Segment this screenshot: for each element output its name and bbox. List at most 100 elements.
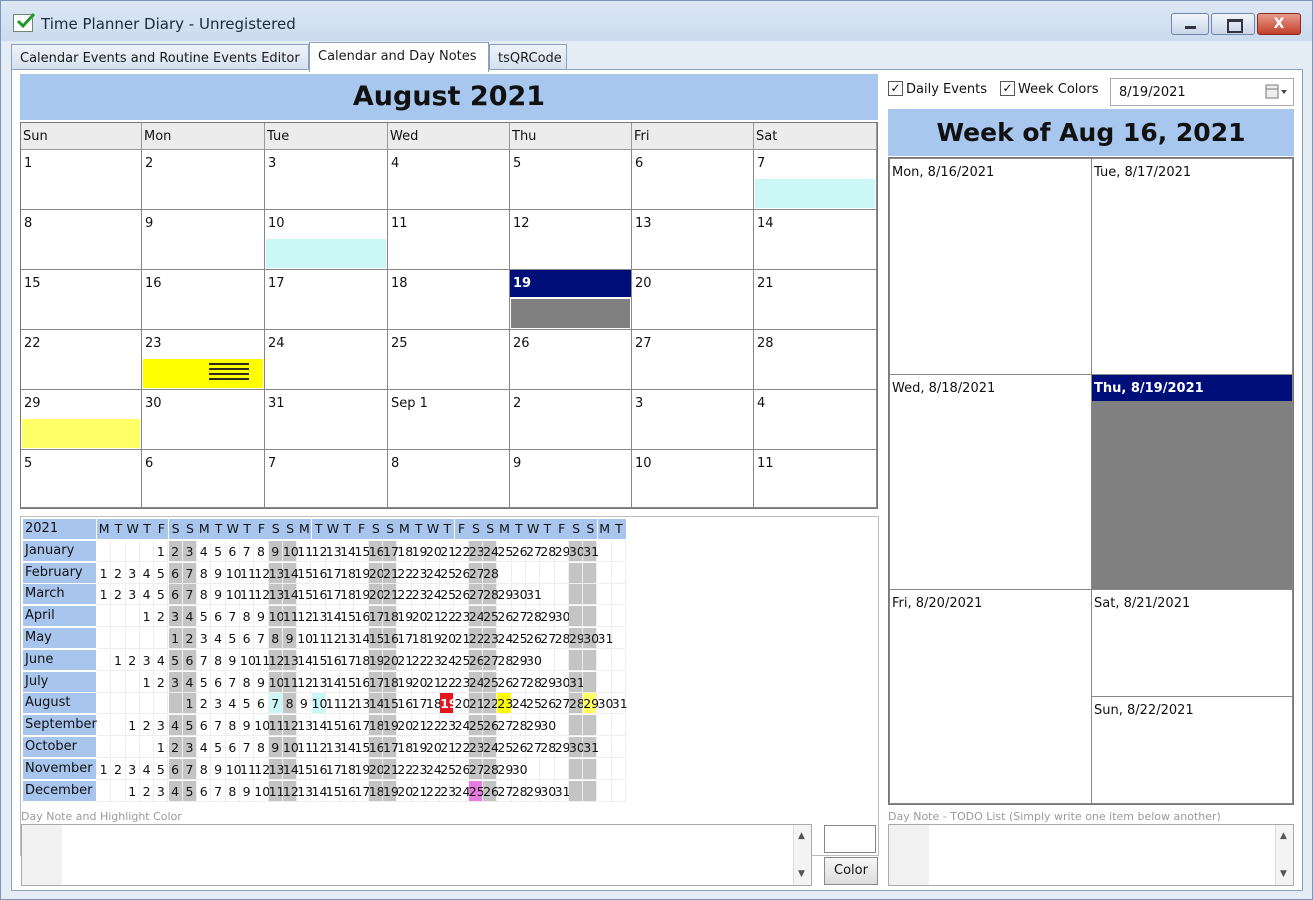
year-day[interactable]: 7 <box>268 693 283 715</box>
year-day[interactable]: 7 <box>225 671 240 693</box>
year-day[interactable]: 19 <box>397 606 413 628</box>
year-day[interactable]: 15 <box>297 562 313 584</box>
year-day[interactable]: 27 <box>483 649 499 671</box>
year-day[interactable]: 17 <box>354 780 370 802</box>
year-day[interactable]: 26 <box>497 671 513 693</box>
year-day[interactable]: 6 <box>254 693 269 715</box>
year-day[interactable]: 8 <box>254 737 269 758</box>
year-day[interactable]: 23 <box>497 693 513 715</box>
year-day[interactable]: 2 <box>154 671 169 693</box>
year-day[interactable]: 2 <box>111 758 126 780</box>
month-label[interactable]: December <box>23 780 96 801</box>
year-day[interactable]: 1 <box>154 737 169 758</box>
year-day[interactable]: 2 <box>182 628 198 649</box>
year-day[interactable]: 20 <box>411 606 428 628</box>
day-note-field[interactable]: ▲ ▼ <box>21 824 812 886</box>
year-day[interactable]: 9 <box>211 584 226 606</box>
year-day[interactable]: 1 <box>97 758 112 780</box>
year-day[interactable]: 12 <box>254 562 270 584</box>
year-day[interactable]: 20 <box>425 540 442 562</box>
year-day[interactable]: 29 <box>526 780 542 802</box>
year-day[interactable]: 26 <box>511 540 528 562</box>
year-day[interactable]: 30 <box>583 628 599 649</box>
day-cell[interactable]: 10 <box>632 450 754 508</box>
year-day[interactable]: 24 <box>440 649 456 671</box>
year-day[interactable]: 25 <box>440 584 456 606</box>
year-day[interactable]: 28 <box>497 649 513 671</box>
year-day[interactable]: 30 <box>526 649 542 671</box>
month-label[interactable]: September <box>23 715 97 736</box>
year-day[interactable]: 19 <box>425 628 442 649</box>
year-day[interactable]: 30 <box>511 584 528 606</box>
year-day[interactable]: 27 <box>468 758 485 780</box>
year-day[interactable]: 26 <box>454 758 470 780</box>
day-cell[interactable]: 10 <box>265 210 388 270</box>
day-cell[interactable]: 7 <box>754 150 877 210</box>
year-day[interactable]: 21 <box>411 715 428 737</box>
year-day[interactable]: 4 <box>168 715 183 737</box>
year-day[interactable]: 11 <box>268 780 285 802</box>
year-day[interactable]: 21 <box>411 780 428 802</box>
year-day[interactable]: 6 <box>211 671 226 693</box>
year-day[interactable]: 11 <box>282 606 299 628</box>
year-day[interactable]: 18 <box>425 693 442 715</box>
year-day[interactable]: 12 <box>254 758 270 780</box>
day-note-scrollbar[interactable]: ▲ ▼ <box>793 825 811 885</box>
year-day[interactable]: 4 <box>197 540 212 562</box>
year-day[interactable]: 30 <box>554 671 571 693</box>
year-day[interactable]: 20 <box>397 715 413 737</box>
day-cell[interactable]: 4 <box>754 390 877 450</box>
year-day[interactable]: 6 <box>197 780 212 802</box>
year-day[interactable]: 12 <box>282 715 299 737</box>
day-cell[interactable]: 16 <box>142 270 265 330</box>
month-label[interactable]: July <box>23 671 96 692</box>
year-day[interactable]: 25 <box>468 780 485 802</box>
year-day[interactable]: 22 <box>425 780 442 802</box>
year-day[interactable]: 29 <box>526 715 542 737</box>
year-day[interactable]: 24 <box>468 671 485 693</box>
day-cell[interactable]: 15 <box>21 270 142 330</box>
year-day[interactable]: 27 <box>554 693 571 715</box>
year-day[interactable]: 15 <box>340 671 356 693</box>
year-day[interactable]: 21 <box>440 737 456 758</box>
day-cell[interactable]: 7 <box>265 450 388 508</box>
year-day[interactable]: 1 <box>139 671 155 693</box>
year-day[interactable]: 13 <box>311 606 327 628</box>
year-day[interactable]: 14 <box>325 671 342 693</box>
year-day[interactable]: 4 <box>182 606 198 628</box>
year-day[interactable]: 18 <box>397 540 413 562</box>
month-label[interactable]: February <box>23 562 96 583</box>
year-day[interactable]: 29 <box>583 693 599 715</box>
daily-events-checkbox[interactable]: ✓ <box>888 81 903 96</box>
year-day[interactable]: 20 <box>368 562 385 584</box>
year-day[interactable]: 14 <box>282 584 299 606</box>
scroll-up-icon[interactable]: ▲ <box>798 831 805 841</box>
year-day[interactable]: 16 <box>325 649 342 671</box>
year-day[interactable]: 28 <box>540 737 556 758</box>
year-day[interactable]: 13 <box>311 671 327 693</box>
year-day[interactable]: 6 <box>225 737 240 758</box>
year-day[interactable]: 13 <box>297 715 313 737</box>
year-day[interactable]: 6 <box>225 540 240 562</box>
year-day[interactable]: 5 <box>154 584 169 606</box>
year-day[interactable]: 9 <box>268 540 283 562</box>
year-day[interactable]: 24 <box>454 715 470 737</box>
year-day[interactable]: 20 <box>440 628 456 649</box>
year-day[interactable]: 17 <box>340 649 356 671</box>
year-day[interactable]: 3 <box>182 737 198 758</box>
year-day[interactable]: 10 <box>311 693 327 715</box>
year-day[interactable]: 5 <box>240 693 255 715</box>
year-day[interactable]: 13 <box>325 737 342 758</box>
year-day[interactable]: 22 <box>397 584 413 606</box>
year-day[interactable]: 12 <box>311 737 327 758</box>
year-day[interactable]: 3 <box>154 780 169 802</box>
year-day[interactable]: 28 <box>483 562 499 584</box>
day-cell[interactable]: 20 <box>632 270 754 330</box>
year-day[interactable]: 15 <box>354 540 370 562</box>
year-day[interactable]: 27 <box>526 540 542 562</box>
day-cell[interactable]: 11 <box>754 450 877 508</box>
year-day[interactable]: 28 <box>526 606 542 628</box>
year-day[interactable]: 23 <box>440 780 456 802</box>
year-day[interactable]: 9 <box>254 606 269 628</box>
year-day[interactable]: 5 <box>182 715 198 737</box>
